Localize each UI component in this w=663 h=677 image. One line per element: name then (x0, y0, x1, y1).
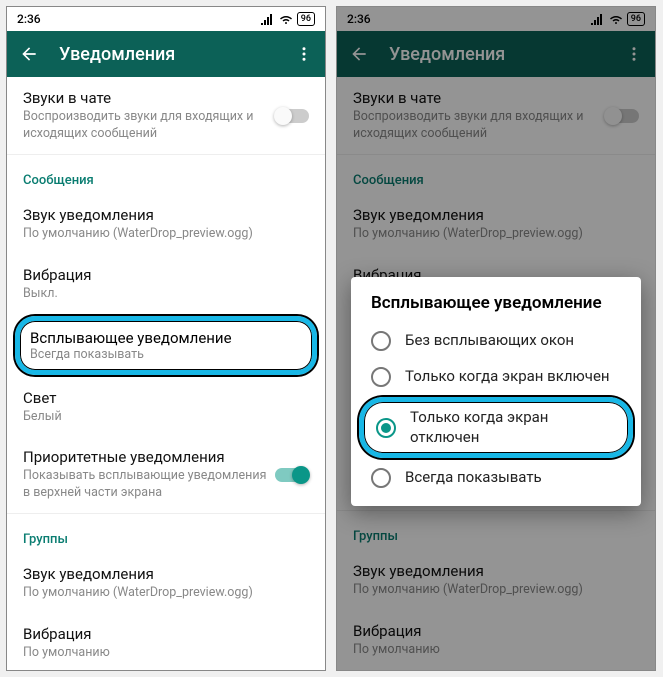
setting-sub: Выкл. (23, 286, 309, 303)
section-groups: Группы (7, 514, 325, 553)
setting-group-vibration[interactable]: Вибрация По умолчанию (7, 613, 325, 670)
setting-sub: По умолчанию (WaterDrop_preview.ogg) (353, 582, 639, 599)
signal-icon (591, 13, 605, 25)
phone-left: 2:36 96 Уведомления Звуки в чате Воспрои… (6, 6, 326, 671)
phone-right: 2:36 96 Уведомления Звуки в чате Воспрои… (336, 6, 656, 671)
option-label: Всегда показывать (405, 468, 621, 488)
section-messages: Сообщения (337, 155, 655, 194)
dialog-title: Всплывающее уведомление (351, 293, 641, 323)
setting-label: Звук уведомления (353, 562, 639, 580)
setting-label: Звук уведомления (23, 565, 309, 583)
setting-sub: По умолчанию (353, 642, 639, 659)
radio-icon-selected (376, 418, 396, 438)
option-label: Без всплывающих окон (405, 331, 621, 351)
setting-label: Вибрация (23, 266, 309, 284)
setting-vibration[interactable]: Вибрация Выкл. (7, 254, 325, 314)
setting-sub: По умолчанию (WaterDrop_preview.ogg) (23, 585, 309, 602)
setting-label: Приоритетные уведомления (23, 448, 275, 466)
back-icon[interactable] (349, 44, 369, 64)
wifi-icon (609, 13, 623, 25)
setting-group-sound[interactable]: Звук уведомления По умолчанию (WaterDrop… (7, 553, 325, 613)
status-time: 2:36 (347, 12, 371, 26)
radio-icon (371, 468, 391, 488)
setting-notification-sound[interactable]: Звук уведомления По умолчанию (WaterDrop… (7, 194, 325, 254)
setting-sub: По умолчанию (WaterDrop_preview.ogg) (353, 226, 639, 243)
setting-light[interactable]: Свет Белый (7, 377, 325, 437)
setting-label: Вибрация (353, 622, 639, 640)
setting-chat-sounds[interactable]: Звуки в чате Воспроизводить звуки для вх… (7, 77, 325, 154)
setting-label: Звук уведомления (23, 206, 309, 224)
setting-label: Звуки в чате (353, 89, 605, 107)
setting-label: Вибрация (23, 625, 309, 643)
status-time: 2:36 (17, 12, 41, 26)
setting-sub: Воспроизводить звуки для входящих и исхо… (353, 109, 605, 143)
setting-popup-highlighted[interactable]: Всплывающее уведомление Всегда показыват… (15, 316, 317, 375)
setting-group-sound: Звук уведомления По умолчанию (WaterDrop… (337, 550, 655, 610)
appbar-title: Уведомления (389, 44, 605, 65)
setting-sub: По умолчанию (23, 645, 309, 662)
radio-icon (371, 331, 391, 351)
switch-chat-sounds[interactable] (275, 109, 309, 123)
setting-notification-sound: Звук уведомления По умолчанию (WaterDrop… (337, 194, 655, 254)
option-no-popup[interactable]: Без всплывающих окон (351, 323, 641, 359)
appbar-title: Уведомления (59, 44, 275, 65)
setting-sub: Всегда показывать (30, 347, 302, 362)
settings-list: Звуки в чате Воспроизводить звуки для вх… (7, 77, 325, 670)
more-icon[interactable] (295, 45, 313, 63)
setting-sub: Белый (23, 409, 309, 426)
setting-label: Всплывающее уведомление (30, 329, 302, 347)
more-icon[interactable] (625, 45, 643, 63)
back-icon[interactable] (19, 44, 39, 64)
setting-label: Свет (23, 389, 309, 407)
popup-dialog: Всплывающее уведомление Без всплывающих … (351, 277, 641, 506)
option-screen-off-highlighted[interactable]: Только когда экран отключен (359, 397, 633, 458)
option-screen-on[interactable]: Только когда экран включен (351, 359, 641, 395)
battery-icon: 96 (297, 12, 315, 26)
setting-sub: Показывать всплывающие уведомления в вер… (23, 468, 275, 502)
battery-icon: 96 (627, 12, 645, 26)
section-groups: Группы (337, 511, 655, 550)
setting-group-vibration: Вибрация По умолчанию (337, 610, 655, 670)
status-icons: 96 (591, 12, 645, 26)
switch-priority[interactable] (275, 468, 309, 482)
app-bar: Уведомления (337, 31, 655, 77)
option-always[interactable]: Всегда показывать (351, 460, 641, 496)
setting-label: Звук уведомления (353, 206, 639, 224)
wifi-icon (279, 13, 293, 25)
option-label: Только когда экран включен (405, 367, 621, 387)
setting-label: Звуки в чате (23, 89, 275, 107)
status-bar: 2:36 96 (337, 7, 655, 31)
status-bar: 2:36 96 (7, 7, 325, 31)
radio-icon (371, 367, 391, 387)
setting-sub: Воспроизводить звуки для входящих и исхо… (23, 109, 275, 143)
switch-chat-sounds (605, 109, 639, 123)
app-bar: Уведомления (7, 31, 325, 77)
section-messages: Сообщения (7, 155, 325, 194)
signal-icon (261, 13, 275, 25)
setting-sub: По умолчанию (WaterDrop_preview.ogg) (23, 226, 309, 243)
status-icons: 96 (261, 12, 315, 26)
option-label: Только когда экран отключен (410, 408, 616, 447)
setting-priority[interactable]: Приоритетные уведомления Показывать вспл… (7, 436, 325, 513)
setting-chat-sounds: Звуки в чате Воспроизводить звуки для вх… (337, 77, 655, 154)
